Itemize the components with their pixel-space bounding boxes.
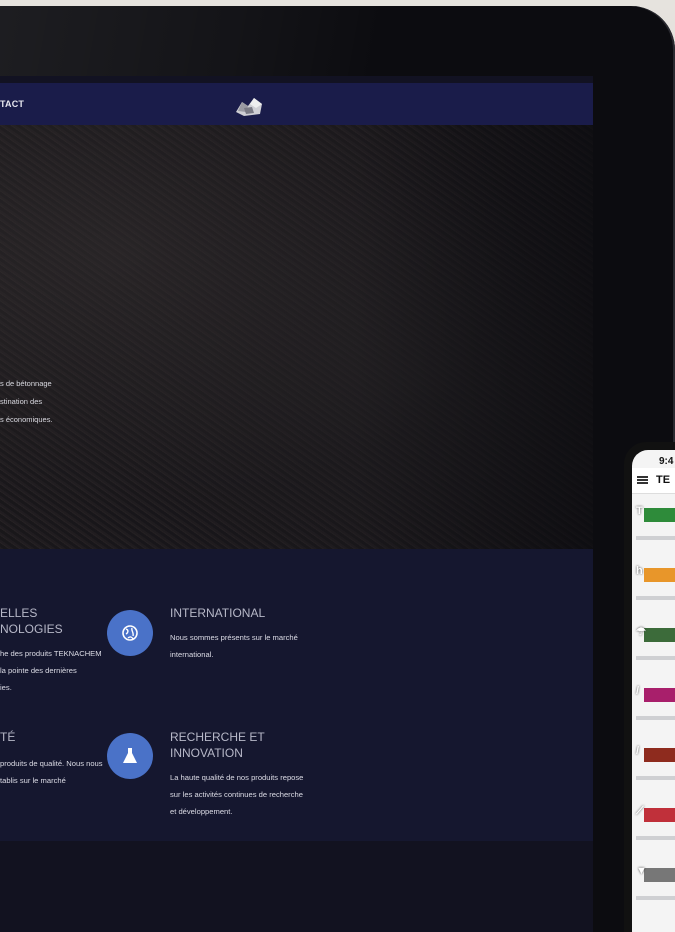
feature-text-line: Nous sommes présents sur le marché <box>170 633 298 642</box>
feature-title-line: NOLOGIES <box>0 622 63 636</box>
feature-title-recherche: RECHERCHE ET INNOVATION <box>170 729 265 761</box>
phone-category-item[interactable]: ▼ <box>636 862 675 888</box>
phone-brand-title: TE <box>656 474 671 486</box>
feature-text-line: sur les activités continues de recherche <box>170 790 303 799</box>
feature-title-international: INTERNATIONAL <box>170 605 265 621</box>
feature-text-line: he des produits TEKNACHEM <box>0 649 102 658</box>
feature-title-line: ELLES <box>0 606 38 620</box>
site-logo-icon[interactable] <box>232 94 266 118</box>
feature-title-line: RECHERCHE ET <box>170 730 265 744</box>
globe-icon <box>107 610 153 656</box>
category-icon: / <box>636 685 640 697</box>
flask-icon <box>107 733 153 779</box>
feature-title-line: INTERNATIONAL <box>170 606 266 620</box>
phone-status-time: 9:4 <box>659 456 674 467</box>
phone-screen: 9:4 TE Th ☂ / / ⟋ ▼ <box>632 450 675 932</box>
phone-category-item[interactable]: / <box>636 742 675 768</box>
hero-banner: s de bétonnage stination des s économiqu… <box>0 125 593 549</box>
category-icon: ⟋ <box>636 805 644 817</box>
hero-text-line: stination des <box>0 397 43 406</box>
list-divider <box>636 836 675 840</box>
tablet-device: TACT s de bétonnage stination des s écon… <box>0 6 675 932</box>
phone-category-item[interactable]: ☂ <box>636 622 675 648</box>
feature-text-line: et développement. <box>170 807 233 816</box>
feature-title-line: TÉ <box>0 730 16 744</box>
phone-category-item[interactable]: ⟋ <box>636 802 675 828</box>
feature-title-line: INNOVATION <box>170 746 243 760</box>
feature-text-line: La haute qualité de nos produits repose <box>170 773 304 782</box>
top-navigation-bar: TACT <box>0 83 593 125</box>
nav-link-contact[interactable]: TACT <box>0 99 24 109</box>
phone-category-item[interactable]: / <box>636 682 675 708</box>
phone-category-item[interactable]: h <box>636 562 675 588</box>
category-icon: T <box>636 505 643 517</box>
list-divider <box>636 776 675 780</box>
tablet-bezel <box>0 6 660 86</box>
category-icon: h <box>636 565 643 577</box>
list-divider <box>636 896 675 900</box>
list-divider <box>636 716 675 720</box>
device-mockup-scene: TACT s de bétonnage stination des s écon… <box>0 0 675 932</box>
feature-text-line: international. <box>170 650 214 659</box>
hero-text-line: s économiques. <box>0 415 53 424</box>
hero-description: s de bétonnage stination des s économiqu… <box>0 375 110 429</box>
list-divider <box>636 536 675 540</box>
list-divider <box>636 656 675 660</box>
list-divider <box>636 596 675 600</box>
phone-category-item[interactable]: T <box>636 502 675 528</box>
feature-title-technologies: ELLES NOLOGIES <box>0 605 63 637</box>
tablet-screen: TACT s de bétonnage stination des s écon… <box>0 76 593 932</box>
category-icon: ☂ <box>636 626 646 638</box>
feature-text-recherche: La haute qualité de nos produits repose … <box>170 769 350 820</box>
hamburger-menu-icon[interactable] <box>637 476 648 484</box>
features-section: ELLES NOLOGIES he des produits TEKNACHEM… <box>0 549 593 841</box>
category-icon: ▼ <box>636 865 647 877</box>
feature-title-qualite: TÉ <box>0 729 15 745</box>
feature-text-line: la pointe des dernières <box>0 666 77 675</box>
hero-overlay <box>0 125 593 549</box>
footer-area <box>0 841 593 932</box>
phone-app-bar: TE <box>632 468 675 494</box>
feature-text-technologies: he des produits TEKNACHEM la pointe des … <box>0 645 128 696</box>
feature-text-line: ies. <box>0 683 12 692</box>
feature-text-international: Nous sommes présents sur le marché inter… <box>170 629 340 663</box>
feature-text-line: tablis sur le marché <box>0 776 66 785</box>
category-icon: / <box>636 745 640 757</box>
hero-text-line: s de bétonnage <box>0 379 52 388</box>
phone-device: 9:4 TE Th ☂ / / ⟋ ▼ <box>624 442 675 932</box>
